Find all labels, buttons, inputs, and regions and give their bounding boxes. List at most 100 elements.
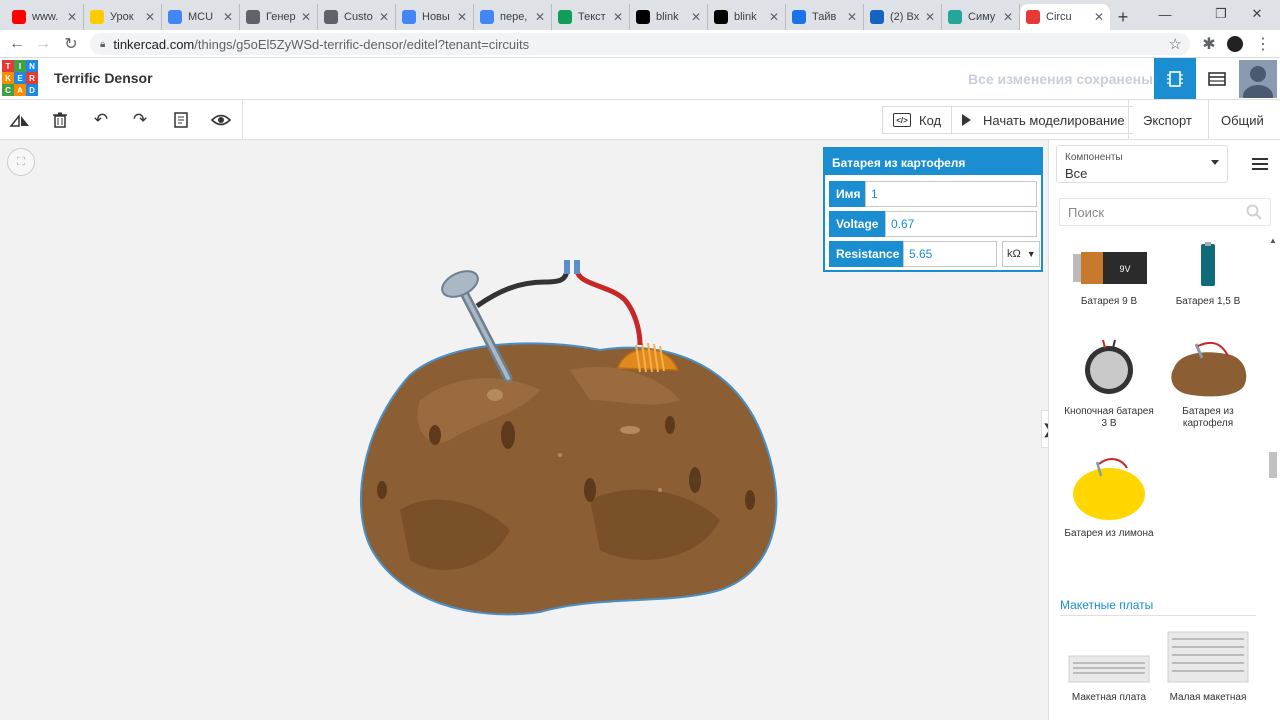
component-name: Батарея 9 В: [1080, 296, 1138, 307]
browser-tab[interactable]: (2) Вх ✕: [864, 4, 942, 30]
component-list-view-button[interactable]: [1196, 58, 1238, 99]
browser-tab[interactable]: Custo ✕: [318, 4, 396, 30]
component-tile[interactable]: 9V Батарея 9 В: [1061, 228, 1157, 308]
component-tile[interactable]: Кнопочная батарея 3 В: [1061, 338, 1157, 430]
component-name: Макетная плата: [1071, 692, 1147, 703]
close-tab-icon[interactable]: ✕: [613, 10, 623, 24]
small-breadboard-icon: [1167, 631, 1249, 683]
table-icon: [1208, 71, 1226, 86]
components-filter-select[interactable]: Компоненты Все: [1056, 145, 1228, 183]
mail-icon: [870, 10, 884, 24]
share-button[interactable]: Общий: [1211, 106, 1274, 134]
code-button[interactable]: </> Код: [882, 106, 953, 134]
visibility-icon[interactable]: [208, 108, 234, 132]
browser-tab[interactable]: Circu ✕: [1020, 4, 1110, 30]
browser-tab[interactable]: Симу ✕: [942, 4, 1020, 30]
battery-aa-icon: [1201, 242, 1215, 286]
voltage-input[interactable]: 0.67: [885, 211, 1037, 237]
search-placeholder: Поиск: [1068, 204, 1105, 220]
extensions-icon[interactable]: ✱: [1198, 34, 1220, 54]
search-icon: [1246, 204, 1262, 220]
component-tile[interactable]: Батарея из картофеля: [1160, 338, 1256, 430]
potato-battery-component[interactable]: [340, 250, 800, 620]
toolbar-divider: [242, 100, 243, 140]
simulate-label: Начать моделирование: [983, 112, 1125, 128]
logo-letter: C: [2, 84, 14, 96]
close-tab-icon[interactable]: ✕: [769, 10, 779, 24]
close-tab-icon[interactable]: ✕: [925, 10, 935, 24]
new-tab-button[interactable]: +: [1110, 4, 1136, 30]
resistance-unit-select[interactable]: kΩ ▼: [1002, 241, 1040, 267]
browser-tab[interactable]: пере, ✕: [474, 4, 552, 30]
component-tile[interactable]: Батарея из лимона: [1061, 458, 1157, 540]
components-filter-value: Все: [1065, 166, 1088, 181]
reload-icon[interactable]: ↻: [60, 34, 82, 54]
project-name[interactable]: Terrific Densor: [54, 70, 153, 86]
resistance-input[interactable]: 5.65: [903, 241, 997, 267]
logo-letter: T: [2, 60, 14, 72]
profile-icon[interactable]: [1224, 34, 1246, 54]
undo-icon[interactable]: ↶: [88, 108, 114, 132]
positive-terminal[interactable]: [574, 260, 580, 274]
close-tab-icon[interactable]: ✕: [457, 10, 467, 24]
close-tab-icon[interactable]: ✕: [847, 10, 857, 24]
close-tab-icon[interactable]: ✕: [379, 10, 389, 24]
browser-tab[interactable]: Генер ✕: [240, 4, 318, 30]
start-simulation-button[interactable]: Начать моделирование: [951, 106, 1136, 134]
component-tile[interactable]: Малая макетная: [1160, 624, 1256, 704]
tab-title: www.: [32, 11, 59, 23]
circuit-view-button[interactable]: [1154, 58, 1196, 99]
minimize-window-icon[interactable]: —: [1142, 0, 1188, 28]
list-view-icon[interactable]: [1252, 158, 1268, 173]
component-name: Кнопочная батарея 3 В: [1064, 406, 1154, 429]
close-tab-icon[interactable]: ✕: [223, 10, 233, 24]
close-tab-icon[interactable]: ✕: [691, 10, 701, 24]
component-name: Батарея из лимона: [1064, 528, 1154, 539]
negative-terminal[interactable]: [564, 260, 570, 274]
browser-tab[interactable]: Тайв ✕: [786, 4, 864, 30]
redo-icon[interactable]: ↷: [127, 108, 153, 132]
user-avatar[interactable]: [1238, 58, 1278, 99]
back-icon[interactable]: ←: [6, 34, 28, 54]
component-tile[interactable]: Батарея 1,5 В: [1160, 228, 1256, 308]
browser-tab[interactable]: www. ✕: [6, 4, 84, 30]
workplane-canvas[interactable]: ⛶ Батарея из картофеля Имя 1 Voltage 0.6…: [0, 140, 1048, 720]
export-label: Экспорт: [1143, 112, 1192, 128]
delete-icon[interactable]: [47, 108, 73, 132]
components-panel: Компоненты Все Поиск ▲ 9V Батарея 9 В Ба…: [1048, 140, 1280, 720]
notes-icon[interactable]: [168, 108, 194, 132]
browser-tab[interactable]: Новы ✕: [396, 4, 474, 30]
close-tab-icon[interactable]: ✕: [301, 10, 311, 24]
close-tab-icon[interactable]: ✕: [1094, 10, 1104, 24]
tinkercad-logo[interactable]: TINKERCAD: [2, 60, 38, 96]
component-tile[interactable]: Макетная плата: [1061, 624, 1157, 704]
scrollbar-thumb[interactable]: [1269, 452, 1277, 478]
url-field[interactable]: 🔒︎ tinkercad.com/things/g5oEl5ZyWSd-terr…: [90, 33, 1190, 55]
browser-tab[interactable]: Урок ✕: [84, 4, 162, 30]
export-button[interactable]: Экспорт: [1133, 106, 1202, 134]
browser-menu-icon[interactable]: ⋮: [1252, 34, 1274, 54]
youtube-icon: [12, 10, 26, 24]
search-input[interactable]: Поиск: [1059, 198, 1271, 226]
components-filter-label: Компоненты: [1065, 152, 1123, 163]
tab-title: MCU: [188, 11, 214, 23]
close-tab-icon[interactable]: ✕: [145, 10, 155, 24]
logo-letter: R: [26, 72, 38, 84]
zoom-to-fit-icon[interactable]: ⛶: [7, 148, 35, 176]
scroll-up-icon[interactable]: ▲: [1269, 236, 1277, 245]
close-tab-icon[interactable]: ✕: [535, 10, 545, 24]
bookmark-star-icon[interactable]: ☆: [1169, 35, 1182, 53]
rotate-icon[interactable]: [7, 108, 33, 132]
close-window-icon[interactable]: ✕: [1234, 0, 1280, 28]
panel-scrollbar[interactable]: ▲: [1267, 236, 1279, 720]
name-input[interactable]: 1: [865, 181, 1037, 207]
close-tab-icon[interactable]: ✕: [1003, 10, 1013, 24]
browser-tab[interactable]: blink ✕: [708, 4, 786, 30]
google-icon: [480, 10, 494, 24]
browser-tab[interactable]: MCU ✕: [162, 4, 240, 30]
close-tab-icon[interactable]: ✕: [67, 10, 77, 24]
browser-tab[interactable]: blink ✕: [630, 4, 708, 30]
tab-title: Тайв: [812, 11, 837, 23]
browser-tab[interactable]: Текст ✕: [552, 4, 630, 30]
forward-icon[interactable]: →: [32, 34, 54, 54]
